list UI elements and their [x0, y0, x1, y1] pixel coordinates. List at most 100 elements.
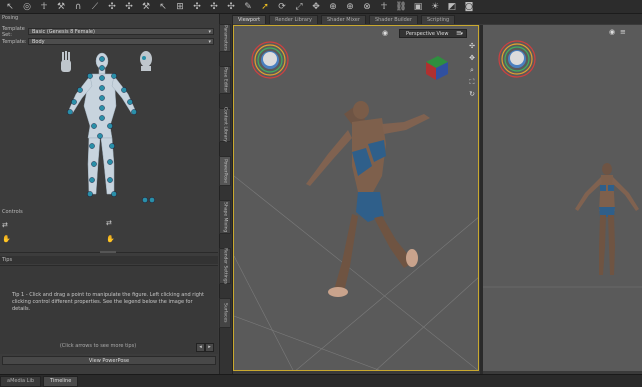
control-point[interactable]: [142, 197, 148, 203]
control-point[interactable]: [77, 87, 83, 93]
control-point[interactable]: [99, 115, 105, 121]
control-point[interactable]: [89, 177, 95, 183]
frame-icon[interactable]: ⛶: [468, 78, 476, 86]
template-dropdown[interactable]: Body ▾: [28, 38, 214, 45]
control-point[interactable]: [149, 197, 155, 203]
tool-icon[interactable]: ⚒: [54, 1, 68, 12]
template-set-dropdown[interactable]: Basic (Genesis 8 Female) ▾: [28, 28, 214, 35]
figure-pose-diagram[interactable]: [0, 46, 218, 206]
side-tab-pose-editor[interactable]: Pose Editor: [219, 66, 231, 94]
pan-icon[interactable]: ✥: [468, 54, 476, 62]
control-point[interactable]: [91, 161, 97, 167]
control-point[interactable]: [91, 123, 97, 129]
orbit-icon[interactable]: ✣: [468, 42, 476, 50]
select-icon[interactable]: ➚: [258, 1, 272, 12]
control-point[interactable]: [99, 75, 105, 81]
previous-tip-button[interactable]: ◂: [196, 343, 205, 352]
control-point[interactable]: [99, 85, 105, 91]
pose-icon[interactable]: ☥: [37, 1, 51, 12]
tab-shader-builder[interactable]: Shader Builder: [368, 15, 418, 24]
hammer-icon[interactable]: ⚒: [139, 1, 153, 12]
magnet-icon[interactable]: ∩: [71, 1, 85, 12]
control-point[interactable]: [121, 87, 127, 93]
t-pose-figure[interactable]: [575, 163, 639, 275]
hand-icon[interactable]: [61, 51, 71, 72]
aux-viewport[interactable]: ≡ ◉: [483, 25, 642, 371]
viewport-splitter[interactable]: [480, 25, 483, 374]
line-icon[interactable]: ⟋: [88, 1, 102, 12]
side-tab-content-library[interactable]: Content Library: [219, 107, 231, 143]
bottom-tab-timeline[interactable]: Timeline: [43, 375, 79, 387]
node-icon[interactable]: ✣: [122, 1, 136, 12]
pose-icon[interactable]: ☥: [377, 1, 391, 12]
side-tab-powerpose[interactable]: PowerPose: [219, 156, 231, 186]
control-point[interactable]: [131, 109, 137, 115]
control-point[interactable]: [87, 73, 93, 79]
control-point[interactable]: [107, 123, 113, 129]
tab-render-library[interactable]: Render Library: [269, 15, 318, 24]
bottom-tab-amedia-lib[interactable]: aMedia Lib: [0, 375, 42, 387]
control-point[interactable]: [109, 143, 115, 149]
view-powerpose-button[interactable]: View PowerPose: [2, 356, 216, 365]
camera-orbit-gizmo[interactable]: [251, 41, 289, 79]
wrench-icon[interactable]: ✎: [241, 1, 255, 12]
control-point[interactable]: [111, 73, 117, 79]
joint-icon[interactable]: ⊕: [326, 1, 340, 12]
node-icon[interactable]: ✣: [190, 1, 204, 12]
rotate-icon[interactable]: ⟳: [275, 1, 289, 12]
control-point[interactable]: [99, 95, 105, 101]
arrow-icon[interactable]: ↖: [156, 1, 170, 12]
menu-icon[interactable]: ≡: [456, 29, 466, 38]
control-point[interactable]: [111, 191, 117, 197]
photo-icon[interactable]: ◙: [462, 1, 476, 12]
tab-shader-mixer[interactable]: Shader Mixer: [321, 15, 366, 24]
reset-view-icon[interactable]: ↻: [468, 90, 476, 98]
rotate-icon[interactable]: ⇄: [2, 221, 8, 229]
zoom-icon[interactable]: ⌕: [468, 66, 476, 74]
node-icon[interactable]: ✣: [105, 1, 119, 12]
main-viewport[interactable]: Perspective View ▾ ◉ ≡ ✣ ✥ ⌕ ⛶ ↻: [233, 25, 479, 371]
control-point[interactable]: [89, 143, 95, 149]
node-icon[interactable]: ✣: [224, 1, 238, 12]
grab-icon[interactable]: ✋: [2, 235, 11, 243]
control-point[interactable]: [99, 56, 105, 62]
camera-orbit-gizmo[interactable]: [498, 40, 536, 78]
control-point[interactable]: [127, 99, 133, 105]
node-icon[interactable]: ✣: [207, 1, 221, 12]
light-icon[interactable]: ☀: [428, 1, 442, 12]
align-icon[interactable]: ⊞: [173, 1, 187, 12]
view-cube[interactable]: [426, 56, 448, 80]
next-tip-button[interactable]: ▸: [205, 343, 214, 352]
scale-icon[interactable]: ⤢: [292, 1, 306, 12]
control-point[interactable]: [107, 177, 113, 183]
control-point[interactable]: [71, 99, 77, 105]
control-point[interactable]: [87, 191, 93, 197]
arrow-icon[interactable]: ↖: [3, 1, 17, 12]
joint-icon[interactable]: ⊕: [343, 1, 357, 12]
splitter-handle[interactable]: [100, 251, 116, 253]
rotate-icon[interactable]: ⇄: [106, 219, 112, 227]
head-icon[interactable]: [140, 51, 152, 71]
pin-icon[interactable]: ⊗: [360, 1, 374, 12]
viewport-options-icon[interactable]: ◉: [382, 29, 392, 38]
control-point[interactable]: [97, 133, 103, 139]
menu-icon[interactable]: ≡: [620, 28, 626, 36]
grab-icon[interactable]: ✋: [106, 235, 115, 243]
control-point[interactable]: [67, 109, 73, 115]
control-point[interactable]: [107, 159, 113, 165]
chain-icon[interactable]: ⛓: [394, 1, 408, 12]
side-tab-surfaces[interactable]: Surfaces: [219, 298, 231, 328]
tab-scripting[interactable]: Scripting: [420, 15, 456, 24]
tab-viewport[interactable]: Viewport: [232, 15, 267, 24]
camera-icon[interactable]: ▣: [411, 1, 425, 12]
side-tab-shape-mixing[interactable]: Shape Mixing: [219, 200, 231, 234]
posed-figure[interactable]: [306, 101, 430, 297]
side-tab-render-settings[interactable]: Render Settings: [219, 248, 231, 284]
control-point[interactable]: [99, 105, 105, 111]
viewport-options-icon[interactable]: ◉: [609, 28, 615, 36]
render-icon[interactable]: ◩: [445, 1, 459, 12]
side-tab-parameters[interactable]: Parameters: [219, 24, 231, 52]
circle-icon[interactable]: ◎: [20, 1, 34, 12]
move-icon[interactable]: ✥: [309, 1, 323, 12]
control-point[interactable]: [99, 65, 105, 71]
